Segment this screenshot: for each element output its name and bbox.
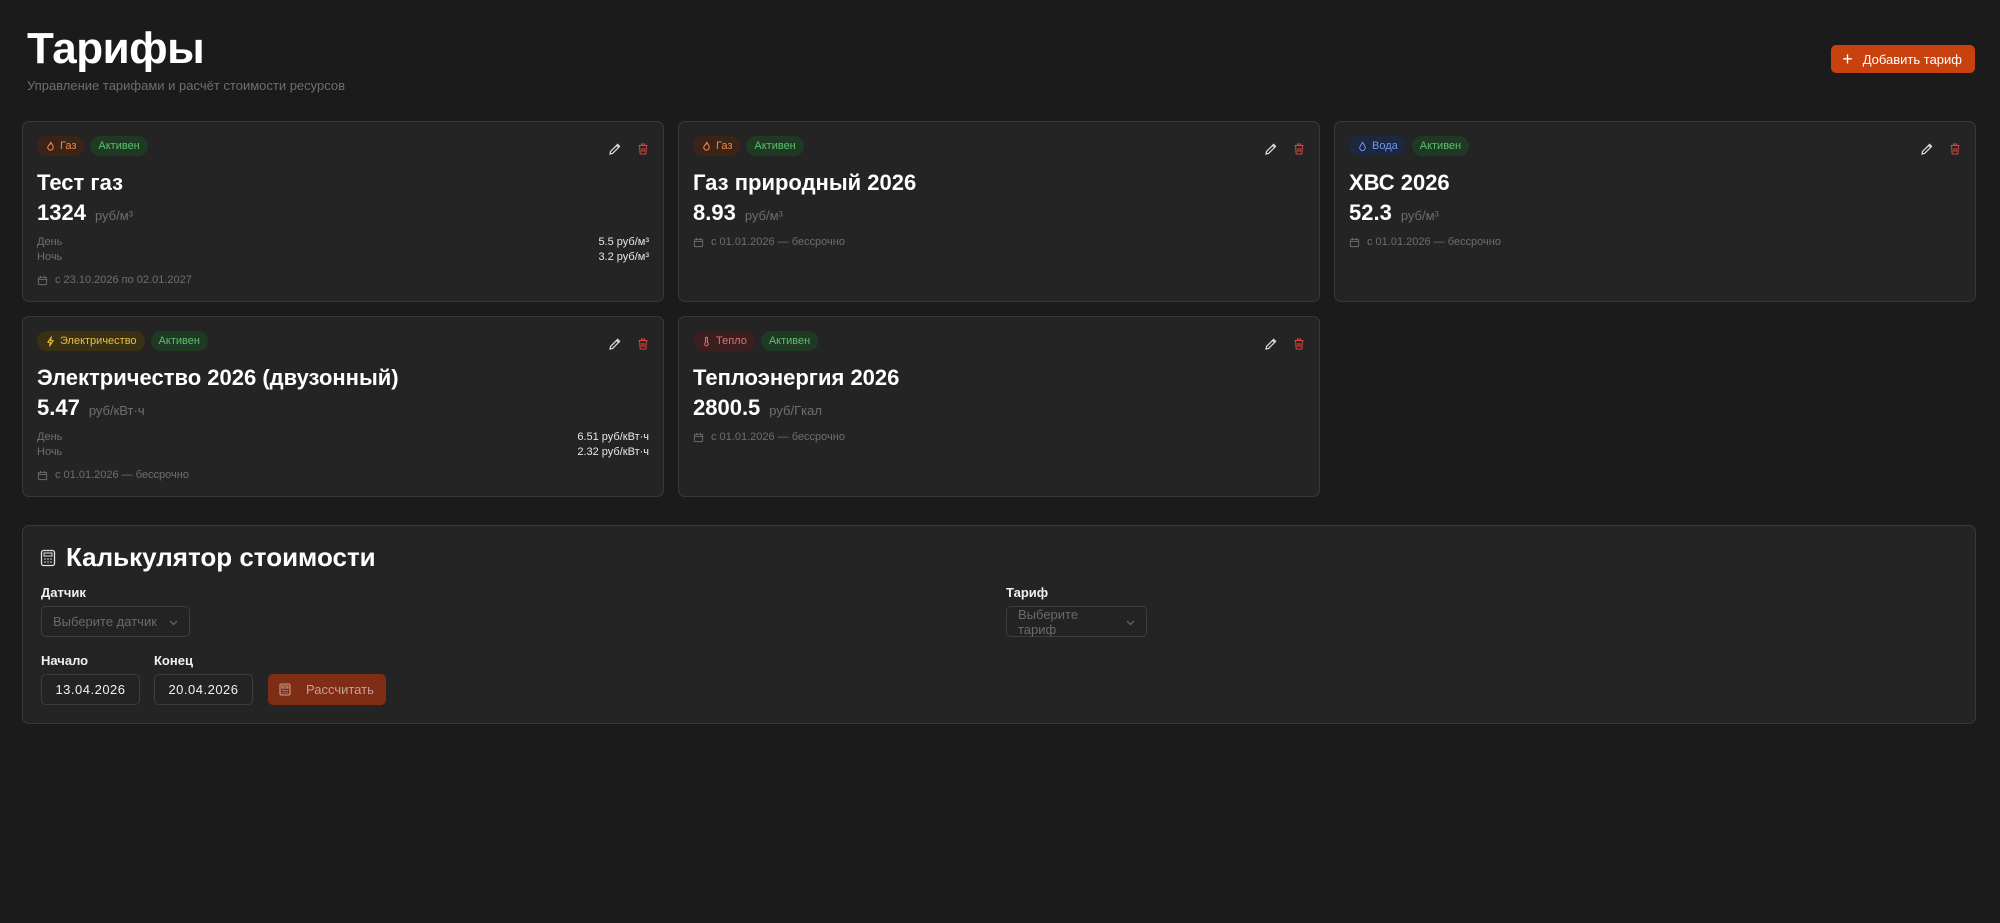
page-title: Тарифы [27, 24, 205, 73]
delete-icon[interactable] [1948, 142, 1962, 156]
tariff-select[interactable]: Выберите тариф [1006, 606, 1147, 637]
tariff-period: с 01.01.2026 — бессрочно [693, 236, 845, 248]
page-header: Тарифы Управление тарифами и расчёт стои… [27, 22, 345, 93]
status-badge: Активен [1411, 136, 1470, 156]
tariff-name: ХВС 2026 [1349, 170, 1450, 195]
chevron-down-icon [1126, 614, 1135, 629]
tariff-card: Газ Активен Газ природный 2026 8.93 руб/… [678, 121, 1320, 302]
status-badge: Активен [90, 136, 148, 156]
type-badge: Вода [1349, 136, 1406, 156]
type-badge: Электричество [37, 331, 145, 351]
delete-icon[interactable] [1292, 337, 1306, 351]
tariff-price: 1324 руб/м³ [37, 200, 134, 225]
calendar-icon [693, 432, 704, 442]
sensor-label: Датчик [41, 585, 86, 600]
tariff-card: Вода Активен ХВС 2026 52.3 руб/м³ с 01.0… [1334, 121, 1976, 302]
tariff-period: с 01.01.2026 — бессрочно [693, 431, 845, 443]
chevron-down-icon [169, 614, 178, 629]
calculator-icon [279, 683, 291, 696]
tariff-name: Электричество 2026 (двузонный) [37, 365, 399, 390]
calendar-icon [693, 237, 704, 247]
page-subtitle: Управление тарифами и расчёт стоимости р… [27, 78, 346, 93]
start-date-input[interactable]: 13.04.2026 [41, 674, 140, 705]
end-date-input[interactable]: 20.04.2026 [154, 674, 253, 705]
tariff-period: с 01.01.2026 — бессрочно [37, 469, 189, 481]
edit-icon[interactable] [1920, 142, 1934, 156]
tariff-name: Теплоэнергия 2026 [693, 365, 900, 390]
status-badge: Активен [150, 331, 208, 351]
calculator-icon [40, 549, 56, 566]
delete-icon[interactable] [636, 142, 650, 156]
tariff-card: Электричество Активен Электричество 2026… [22, 316, 664, 497]
flame-icon [703, 141, 710, 151]
add-tariff-label: Добавить тариф [1862, 51, 1962, 67]
tariff-card: Тепло Активен Теплоэнергия 2026 2800.5 р… [678, 316, 1320, 497]
add-tariff-button[interactable]: + Добавить тариф [1831, 45, 1975, 73]
calendar-icon [37, 470, 48, 480]
status-badge: Активен [760, 331, 819, 351]
sensor-select[interactable]: Выберите датчик [41, 606, 190, 637]
tariff-label: Тариф [1006, 585, 1049, 600]
tariff-price: 8.93 руб/м³ [693, 200, 783, 225]
delete-icon[interactable] [1292, 142, 1306, 156]
edit-icon[interactable] [1264, 142, 1278, 156]
flame-icon [47, 141, 54, 151]
lightning-icon [47, 335, 54, 347]
tariff-card: Газ Активен Тест газ 1324 руб/м³ День 5.5… [22, 121, 664, 302]
tariff-price: 5.47 руб/кВт·ч [37, 395, 145, 420]
end-date-label: Конец [154, 653, 193, 668]
status-badge: Активен [746, 136, 804, 156]
start-date-label: Начало [41, 653, 89, 668]
calculate-button[interactable]: Рассчитать [268, 674, 386, 705]
tariff-name: Тест газ [37, 170, 124, 195]
delete-icon[interactable] [636, 337, 650, 351]
tariff-price: 2800.5 руб/Гкал [693, 395, 822, 420]
type-badge: Газ [37, 136, 85, 156]
droplet-icon [1359, 140, 1366, 151]
calendar-icon [37, 275, 48, 285]
calendar-icon [1349, 237, 1360, 247]
plus-icon: + [1842, 49, 1853, 69]
tariff-zones: День 5.5 руб/м³ Ночь 3.2 руб/м³ [37, 235, 649, 263]
edit-icon[interactable] [608, 337, 622, 351]
thermometer-icon [704, 336, 709, 346]
tariff-zones: День 6.51 руб/кВт·ч Ночь 2.32 руб/кВт·ч [37, 430, 649, 458]
type-badge: Газ [693, 136, 741, 156]
edit-icon[interactable] [608, 142, 622, 156]
calculator-title: Калькулятор стоимости [40, 542, 376, 573]
tariff-period: с 23.10.2026 по 02.01.2027 [37, 274, 192, 286]
tariff-price: 52.3 руб/м³ [1349, 200, 1439, 225]
tariff-period: с 01.01.2026 — бессрочно [1349, 236, 1501, 248]
type-badge: Тепло [693, 331, 755, 351]
tariff-name: Газ природный 2026 [693, 170, 917, 195]
cost-calculator: Калькулятор стоимости Датчик Выберите да… [22, 525, 1976, 724]
edit-icon[interactable] [1264, 337, 1278, 351]
